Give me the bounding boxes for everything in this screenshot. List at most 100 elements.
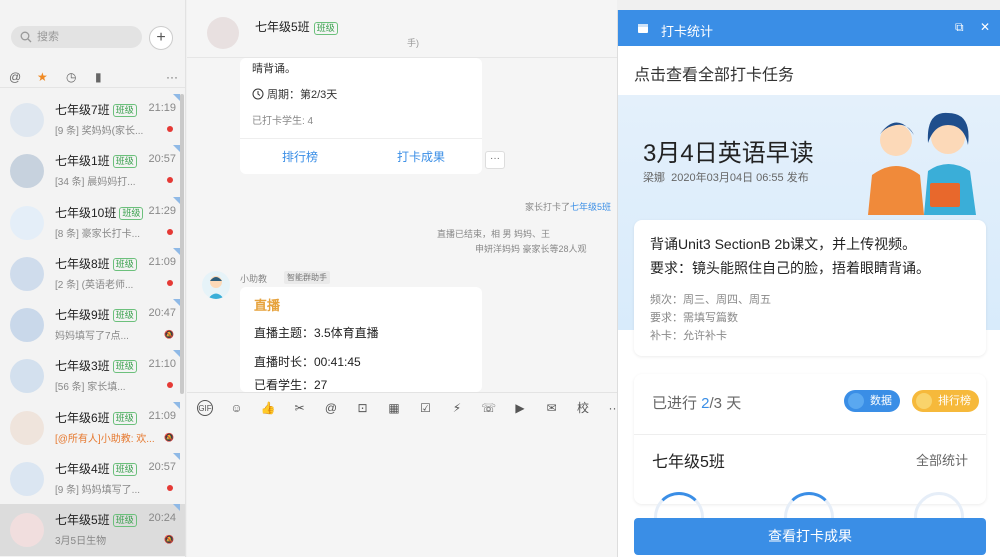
conversation-item[interactable]: 七年级7班 班级 21:19 [9 条] 奖妈妈(家长... (0, 94, 185, 145)
unread-dot (167, 177, 173, 184)
task-requirement: 要求：需填写篇数 (650, 312, 738, 324)
chat-title-tag: 班级 (313, 22, 338, 35)
live-title: 直播 (254, 298, 281, 313)
conversation-name: 七年级9班 班级 (55, 306, 137, 323)
class-tag: 班级 (112, 104, 137, 117)
divider (634, 434, 986, 435)
task-makeup: 补卡：允许补卡 (650, 330, 727, 342)
folder-icon[interactable]: ⊡ (355, 400, 371, 416)
class-tag: 班级 (112, 514, 137, 528)
tab-mentions-icon[interactable]: @ (9, 70, 21, 84)
conversation-time: 20:24 (148, 512, 176, 525)
checkin-message[interactable]: 晴背诵。 周期：第2/3天 已打卡学生: 4 排行榜 打卡成果 (240, 58, 482, 174)
mention-icon[interactable]: @ (323, 400, 339, 416)
conversation-list: 七年级7班 班级 21:19 [9 条] 奖妈妈(家长... 七年级1班 班级 20:57 [… (0, 94, 185, 556)
tab-recent-icon[interactable]: ◷ (66, 70, 76, 84)
class-tag: 班级 (112, 411, 137, 425)
group-avatar[interactable] (207, 17, 239, 49)
class-tag: 班级 (119, 206, 144, 220)
divider (240, 138, 482, 139)
chat-subtitle: 手) (407, 38, 419, 48)
conversation-item[interactable]: 七年级3班 班级 21:10 [56 条] 家长填... (0, 350, 185, 401)
conversation-time: 21:10 (148, 358, 176, 371)
chat-title: 七年级5班 班级 (255, 18, 338, 35)
message-input[interactable] (187, 422, 617, 557)
conversation-preview: [56 条] 家长填... (55, 382, 126, 394)
tab-star-icon[interactable]: ★ (37, 70, 48, 84)
like-icon[interactable]: 👍 (260, 400, 276, 416)
emoji-icon[interactable]: ☺ (229, 400, 245, 416)
avatar (10, 308, 44, 343)
medal-icon (916, 393, 932, 409)
scissors-icon[interactable]: ✂ (292, 400, 308, 416)
task-detail-card: 背诵Unit3 SectionB 2b课文，并上传视频。 要求：镜头能照住自己的… (634, 220, 986, 356)
class-tag: 班级 (112, 257, 137, 271)
task-title: 3月4日英语早读 (643, 140, 814, 167)
message-more-button[interactable]: ··· (485, 151, 505, 169)
mail-icon[interactable]: ✉ (544, 400, 560, 416)
conversation-preview: 妈妈填写了7点... (55, 331, 129, 343)
popout-icon[interactable]: ⧉ (955, 20, 964, 35)
input-toolbar: GIF ☺ 👍 ✂ @ ⊡ ▦ ☑ ⚡ ☏ ▶ ✉ 校 ··· (187, 392, 621, 422)
conversation-time: 21:09 (148, 255, 176, 268)
conversation-name: 七年级7班 班级 (55, 101, 137, 118)
add-button[interactable]: + (149, 26, 173, 50)
conversation-name: 七年级10班 班级 (55, 204, 144, 221)
stats-class-name: 七年级5班 (652, 454, 725, 471)
system-message-live-ended: 直播已结束，相 男 妈妈、王 (437, 229, 551, 239)
conversation-item[interactable]: 七年级9班 班级 20:47 妈妈填写了7点... 🔕 (0, 299, 185, 350)
rank-link[interactable]: 排行榜 (282, 148, 318, 165)
search-input[interactable]: 搜索 (11, 26, 142, 48)
task-author: 梁娜 (643, 172, 665, 184)
view-results-button[interactable]: 查看打卡成果 (634, 518, 986, 555)
avatar (10, 154, 44, 189)
task-desc-line1: 背诵Unit3 SectionB 2b课文，并上传视频。 (650, 236, 917, 252)
chat-header: 七年级5班 班级 手) (187, 0, 617, 58)
tab-more-icon[interactable]: ··· (166, 70, 178, 84)
checkin-top-text: 晴背诵。 (252, 63, 296, 75)
conversation-name: 七年级3班 班级 (55, 357, 137, 374)
class-link[interactable]: 七年级5班 (570, 202, 611, 212)
corner-flag (173, 299, 180, 307)
students-illustration-icon (868, 112, 976, 215)
conversation-item[interactable]: 七年级4班 班级 20:57 [9 条] 妈妈填写了... (0, 453, 185, 504)
flash-icon[interactable]: ⚡ (449, 400, 465, 416)
task-meta: 梁娜 2020年03月04日 06:55 发布 (643, 169, 809, 185)
conversation-item[interactable]: 七年级5班 班级 20:24 3月5日生物 🔕 (0, 504, 185, 556)
task-icon[interactable]: ☑ (418, 400, 434, 416)
search-icon (20, 31, 32, 43)
rank-button[interactable]: 排行榜 (912, 390, 979, 412)
live-duration: 直播时长：00:41:45 (254, 355, 361, 369)
panel-title: 打卡统计 (661, 24, 714, 39)
tab-contacts-icon[interactable]: ▮ (95, 70, 102, 84)
corner-flag (173, 350, 180, 358)
progress-text: 已进行 2/3 天 (652, 395, 742, 412)
calendar-icon[interactable]: ▦ (386, 400, 402, 416)
call-icon[interactable]: ☏ (481, 400, 497, 416)
conversation-item[interactable]: 七年级8班 班级 21:09 [2 条] (英语老师... (0, 247, 185, 299)
live-message[interactable]: 直播 直播主题：3.5体育直播 直播时长：00:41:45 已看学生：27 (240, 287, 482, 392)
all-stats-link[interactable]: 全部统计 (916, 450, 968, 469)
conversation-item[interactable]: 七年级10班 班级 21:29 [8 条] 豪家长打卡... (0, 196, 185, 248)
conversation-item[interactable]: 七年级1班 班级 20:57 [34 条] 晨妈妈打... (0, 145, 185, 196)
video-icon[interactable]: ▶ (512, 400, 528, 416)
conversation-name: 七年级1班 班级 (55, 152, 137, 169)
close-icon[interactable]: ✕ (980, 20, 990, 34)
checkin-period: 周期：第2/3天 (252, 86, 337, 102)
school-icon[interactable]: 校 (575, 400, 591, 416)
conversation-preview: [@所有人]小助教: 欢... (55, 433, 155, 445)
assistant-avatar[interactable] (202, 271, 230, 299)
conversation-preview: [34 条] 晨妈妈打... (55, 177, 136, 189)
gif-icon[interactable]: GIF (197, 400, 213, 416)
sidebar-tabs: @ ★ ◷ ▮ ··· (0, 68, 185, 88)
sidebar: 搜索 + @ ★ ◷ ▮ ··· 七年级7班 班级 21:19 [9 条] 奖妈妈(家… (0, 0, 186, 557)
data-button[interactable]: 数据 (844, 390, 900, 412)
view-all-tasks-link[interactable]: 点击查看全部打卡任务 (634, 61, 794, 85)
result-link[interactable]: 打卡成果 (397, 148, 445, 165)
task-desc-line2: 要求：镜头能照住自己的脸，捂着眼睛背诵。 (650, 260, 930, 276)
conversation-time: 20:47 (148, 307, 176, 320)
sidebar-scrollbar[interactable] (180, 94, 184, 394)
chart-icon (848, 393, 864, 409)
conversation-item[interactable]: 七年级6班 班级 21:09 [@所有人]小助教: 欢... 🔕 (0, 401, 185, 453)
class-tag: 班级 (112, 360, 137, 374)
